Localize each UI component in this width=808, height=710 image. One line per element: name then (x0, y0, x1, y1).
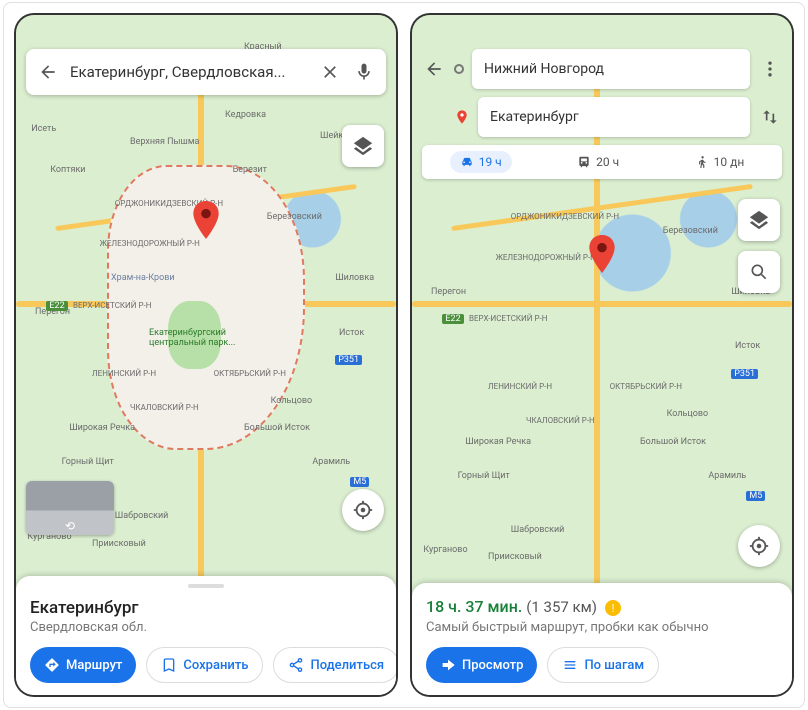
map-label: Шиловка (335, 273, 374, 283)
streetview-thumbnail[interactable]: ⟲ (26, 481, 114, 535)
save-button[interactable]: Сохранить (146, 647, 263, 683)
destination-field[interactable]: Екатеринбург (478, 97, 750, 137)
map-label: Березит (233, 165, 267, 175)
button-label: Поделиться (310, 658, 384, 673)
map-label: Коптяки (50, 165, 85, 175)
mode-label: 20 ч (596, 155, 619, 169)
route-card[interactable]: 18 ч. 37 мин. (1 357 км) ! Самый быстрый… (412, 583, 792, 696)
map-label: ЖЕЛЕЗНОДОРОЖНЫЙ Р-Н (100, 239, 200, 248)
map-label: Большой Исток (640, 437, 706, 447)
place-card[interactable]: Екатеринбург Свердловская обл. Маршрут С… (16, 576, 396, 695)
place-subtitle: Свердловская обл. (30, 620, 382, 635)
road-shield: E22 (46, 301, 67, 311)
map-label: Березовский (267, 212, 322, 222)
map-label: Шабровский (511, 525, 565, 535)
map-label: Приисковый (92, 539, 146, 549)
warning-icon: ! (605, 600, 621, 616)
phone-left: Красный Монетный Кедровка Исеть Верхняя … (16, 15, 396, 695)
map-pin-icon (192, 201, 220, 239)
map-label: Исток (735, 341, 760, 351)
road-shield: M5 (746, 491, 765, 501)
more-icon[interactable] (758, 57, 782, 81)
map-label: ЧКАЛОВСКИЙ Р-Н (526, 416, 595, 425)
route-time: 18 ч. 37 мин. (426, 597, 522, 616)
drag-handle[interactable] (188, 584, 224, 588)
directions-header: Нижний Новгород Екатеринбург (422, 49, 782, 145)
map-label: Кольцово (271, 396, 313, 406)
map-label: Горный Щит (62, 457, 114, 467)
mode-transit[interactable]: 20 ч (567, 151, 629, 173)
map-label: Храм-на-Крови (111, 273, 175, 283)
swap-icon[interactable] (758, 105, 782, 129)
back-icon[interactable] (36, 60, 60, 84)
map-label: Шабровский (115, 511, 169, 521)
map-label: ЛЕНИНСКИЙ Р-Н (488, 382, 552, 391)
map-label: Кольцово (667, 409, 709, 419)
mode-label: 10 дн (714, 155, 745, 169)
map-label: Приисковый (488, 552, 542, 562)
back-icon[interactable] (422, 57, 446, 81)
map-label: ВЕРХ-ИСЕТСКИЙ Р-Н (73, 301, 151, 310)
button-label: Маршрут (66, 658, 122, 673)
map-label: Широкая Речка (69, 423, 135, 433)
search-text[interactable]: Екатеринбург, Свердловская... (70, 63, 308, 81)
map-label: ЧКАЛОВСКИЙ Р-Н (130, 403, 199, 412)
map-label: Верхняя Пышма (130, 137, 199, 147)
mic-icon[interactable] (352, 60, 376, 84)
search-along-button[interactable] (738, 251, 780, 293)
map-label: Исеть (31, 124, 56, 134)
origin-field[interactable]: Нижний Новгород (472, 49, 750, 89)
map-label: Березовский (663, 226, 718, 236)
steps-button[interactable]: По шагам (547, 647, 659, 683)
map-label: Исток (339, 328, 364, 338)
my-location-button[interactable] (342, 489, 384, 531)
button-label: Сохранить (183, 658, 248, 673)
map-label: Арамиль (708, 471, 746, 481)
directions-button[interactable]: Маршрут (30, 647, 136, 683)
map-label: Горный Щит (458, 471, 510, 481)
phone-right: ОРДЖОНИКИДЗЕВСКИЙ Р-Н Березовский ЖЕЛЕЗН… (412, 15, 792, 695)
map-label: ЛЕНИНСКИЙ Р-Н (92, 369, 156, 378)
map-pin-icon (588, 235, 616, 273)
map-label: Курганово (423, 545, 467, 555)
map-label: ВЕРХ-ИСЕТСКИЙ Р-Н (469, 314, 547, 323)
travel-mode-bar: 19 ч 20 ч 10 дн (422, 145, 782, 179)
place-title: Екатеринбург (30, 598, 382, 618)
map-label: Арамиль (312, 457, 350, 467)
panorama-icon: ⟲ (65, 519, 75, 533)
map-label: ОРДЖОНИКИДЗЕВСКИЙ Р-Н (511, 212, 619, 221)
road-shield: M5 (350, 477, 369, 487)
preview-button[interactable]: Просмотр (426, 647, 537, 683)
button-label: По шагам (584, 658, 644, 673)
route-description: Самый быстрый маршрут, пробки как обычно (426, 620, 778, 635)
layers-button[interactable] (738, 199, 780, 241)
clear-icon[interactable] (318, 60, 342, 84)
road-shield: P351 (335, 355, 362, 365)
map-label: ЖЕЛЕЗНОДОРОЖНЫЙ Р-Н (496, 253, 596, 262)
destination-marker-icon (454, 109, 470, 125)
route-distance: (1 357 км) (526, 598, 597, 616)
map-label: ОКТЯБРЬСКИЙ Р-Н (610, 382, 682, 391)
map-label: Перегон (431, 287, 466, 297)
search-bar[interactable]: Екатеринбург, Свердловская... (26, 49, 386, 95)
my-location-button[interactable] (738, 525, 780, 567)
map-label: Широкая Речка (465, 437, 531, 447)
origin-marker-icon (454, 64, 464, 74)
map-label: ОКТЯБРЬСКИЙ Р-Н (214, 369, 286, 378)
map-label: Екатеринбургский центральный парк... (149, 328, 259, 348)
map-label: Кедровка (225, 110, 266, 120)
layers-button[interactable] (342, 125, 384, 167)
share-button[interactable]: Поделиться (273, 647, 396, 683)
road-shield: P351 (731, 369, 758, 379)
map-label: Большой Исток (244, 423, 310, 433)
road-shield: E22 (442, 314, 463, 324)
button-label: Просмотр (462, 658, 523, 673)
mode-car[interactable]: 19 ч (450, 151, 512, 173)
mode-walk[interactable]: 10 дн (685, 151, 755, 173)
mode-label: 19 ч (479, 155, 502, 169)
